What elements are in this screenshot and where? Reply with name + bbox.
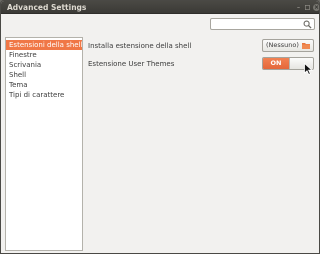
- install-extension-row: Installa estensione della shell (Nessuno…: [88, 39, 316, 53]
- sidebar: Estensioni della shell Finestre Scrivani…: [5, 37, 83, 251]
- close-icon[interactable]: ×: [313, 4, 319, 11]
- maximize-icon[interactable]: □: [304, 4, 311, 11]
- search-icon[interactable]: [303, 20, 312, 29]
- file-chooser-value: (Nessuno): [266, 41, 299, 49]
- advanced-settings-window: Advanced Settings – □ × Estensioni della…: [0, 0, 320, 254]
- title-bar[interactable]: Advanced Settings – □ ×: [1, 1, 319, 14]
- search-input[interactable]: [210, 18, 315, 30]
- sidebar-item-scrivania[interactable]: Scrivania: [6, 60, 82, 70]
- user-themes-label: Estensione User Themes: [88, 60, 175, 68]
- sidebar-item-tema[interactable]: Tema: [6, 80, 82, 90]
- sidebar-item-shell[interactable]: Shell: [6, 70, 82, 80]
- folder-icon: [302, 43, 310, 49]
- extension-file-chooser-button[interactable]: (Nessuno): [262, 39, 314, 52]
- minimize-icon[interactable]: –: [295, 4, 302, 11]
- sidebar-item-tipi-di-carattere[interactable]: Tipi di carattere: [6, 90, 82, 100]
- sidebar-item-estensioni-della-shell[interactable]: Estensioni della shell: [6, 40, 82, 50]
- sidebar-item-finestre[interactable]: Finestre: [6, 50, 82, 60]
- user-themes-row: Estensione User Themes ON: [88, 57, 316, 71]
- mouse-cursor-icon: [304, 63, 313, 75]
- window-title: Advanced Settings: [7, 3, 87, 12]
- install-extension-label: Installa estensione della shell: [88, 42, 192, 50]
- toolbar: [1, 14, 319, 34]
- switch-on-label: ON: [263, 58, 289, 69]
